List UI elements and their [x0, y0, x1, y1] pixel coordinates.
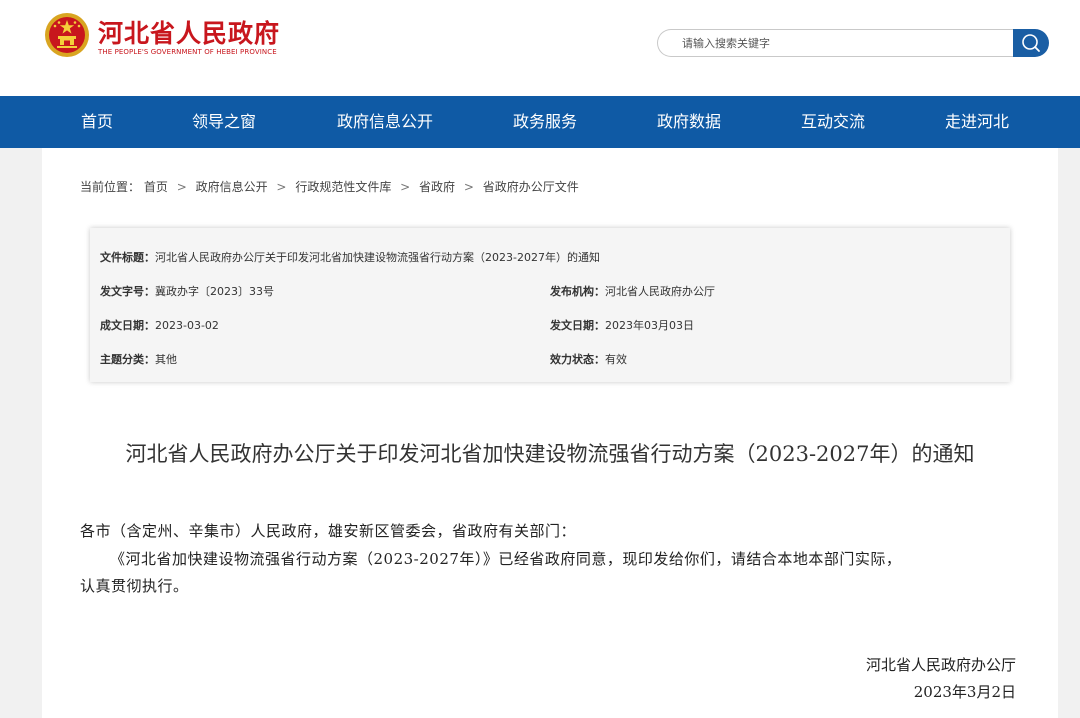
document-signature: 河北省人民政府办公厅	[865, 656, 1016, 674]
search-button[interactable]	[1013, 29, 1049, 57]
breadcrumb-item-home[interactable]: 首页	[144, 180, 168, 194]
breadcrumb-separator: >	[400, 180, 411, 194]
breadcrumb-prefix: 当前位置：	[80, 180, 141, 194]
nav-item-gov-data[interactable]: 政府数据	[657, 96, 721, 148]
breadcrumb-item-provincial-gov[interactable]: 省政府	[419, 180, 455, 194]
document-metadata-box: 文件标题：河北省人民政府办公厅关于印发河北省加快建设物流强省行动方案（2023-…	[90, 228, 1010, 382]
meta-topic-label: 主题分类：	[100, 353, 155, 366]
meta-publisher-row: 发布机构：河北省人民政府办公厅	[550, 283, 715, 299]
nav-item-about-hebei[interactable]: 走进河北	[945, 96, 1009, 148]
content-panel: 当前位置： 首页 > 政府信息公开 > 行政规范性文件库 > 省政府 > 省政府…	[42, 148, 1058, 718]
document-body-line-2: 认真贯彻执行。	[80, 577, 189, 595]
nav-item-leaders[interactable]: 领导之窗	[192, 96, 256, 148]
breadcrumb-separator: >	[463, 180, 474, 194]
main-navigation: 首页 领导之窗 政府信息公开 政务服务 政府数据 互动交流 走进河北	[0, 96, 1080, 148]
national-emblem-icon	[45, 13, 89, 57]
search-input[interactable]	[657, 29, 1014, 57]
meta-status-value: 有效	[605, 353, 627, 366]
site-header: 河北省人民政府 THE PEOPLE'S GOVERNMENT OF HEBEI…	[0, 0, 1080, 96]
site-logo[interactable]: 河北省人民政府 THE PEOPLE'S GOVERNMENT OF HEBEI…	[44, 12, 294, 62]
breadcrumb-item-office-docs[interactable]: 省政府办公厅文件	[483, 180, 579, 194]
meta-created-date-label: 成文日期：	[100, 319, 155, 332]
meta-publisher-label: 发布机构：	[550, 285, 605, 298]
meta-topic-row: 主题分类：其他	[100, 351, 177, 367]
meta-doc-number-value: 冀政办字〔2023〕33号	[155, 285, 274, 298]
meta-publisher-value: 河北省人民政府办公厅	[605, 285, 715, 298]
nav-item-home[interactable]: 首页	[81, 96, 113, 148]
document-date: 2023年3月2日	[913, 683, 1016, 701]
document-body-line-1: 《河北省加快建设物流强省行动方案（2023-2027年）》已经省政府同意，现印发…	[110, 550, 902, 568]
search-bar	[657, 29, 1049, 57]
meta-title-label: 文件标题：	[100, 251, 155, 264]
meta-status-label: 效力状态：	[550, 353, 605, 366]
breadcrumb-item-normative-docs[interactable]: 行政规范性文件库	[295, 180, 391, 194]
meta-created-date-row: 成文日期：2023-03-02	[100, 317, 219, 333]
site-name-english: THE PEOPLE'S GOVERNMENT OF HEBEI PROVINC…	[98, 48, 277, 56]
search-icon	[1022, 34, 1040, 52]
breadcrumb-item-gov-info[interactable]: 政府信息公开	[196, 180, 268, 194]
meta-doc-number-label: 发文字号：	[100, 285, 155, 298]
breadcrumb-separator: >	[276, 180, 287, 194]
meta-issued-date-value: 2023年03月03日	[605, 319, 694, 332]
breadcrumb-separator: >	[176, 180, 187, 194]
nav-item-gov-info[interactable]: 政府信息公开	[337, 96, 433, 148]
meta-topic-value: 其他	[155, 353, 177, 366]
meta-doc-number-row: 发文字号：冀政办字〔2023〕33号	[100, 283, 274, 299]
meta-status-row: 效力状态：有效	[550, 351, 627, 367]
site-name: 河北省人民政府	[98, 19, 281, 48]
breadcrumb: 当前位置： 首页 > 政府信息公开 > 行政规范性文件库 > 省政府 > 省政府…	[80, 178, 579, 195]
document-title: 河北省人民政府办公厅关于印发河北省加快建设物流强省行动方案（2023-2027年…	[125, 442, 975, 466]
meta-title-value: 河北省人民政府办公厅关于印发河北省加快建设物流强省行动方案（2023-2027年…	[155, 251, 600, 264]
meta-issued-date-row: 发文日期：2023年03月03日	[550, 317, 694, 333]
nav-item-interaction[interactable]: 互动交流	[801, 96, 865, 148]
nav-item-services[interactable]: 政务服务	[513, 96, 577, 148]
meta-created-date-value: 2023-03-02	[155, 319, 219, 332]
meta-issued-date-label: 发文日期：	[550, 319, 605, 332]
meta-title-row: 文件标题：河北省人民政府办公厅关于印发河北省加快建设物流强省行动方案（2023-…	[100, 249, 600, 265]
document-addressee: 各市（含定州、辛集市）人民政府，雄安新区管委会，省政府有关部门：	[80, 522, 577, 540]
